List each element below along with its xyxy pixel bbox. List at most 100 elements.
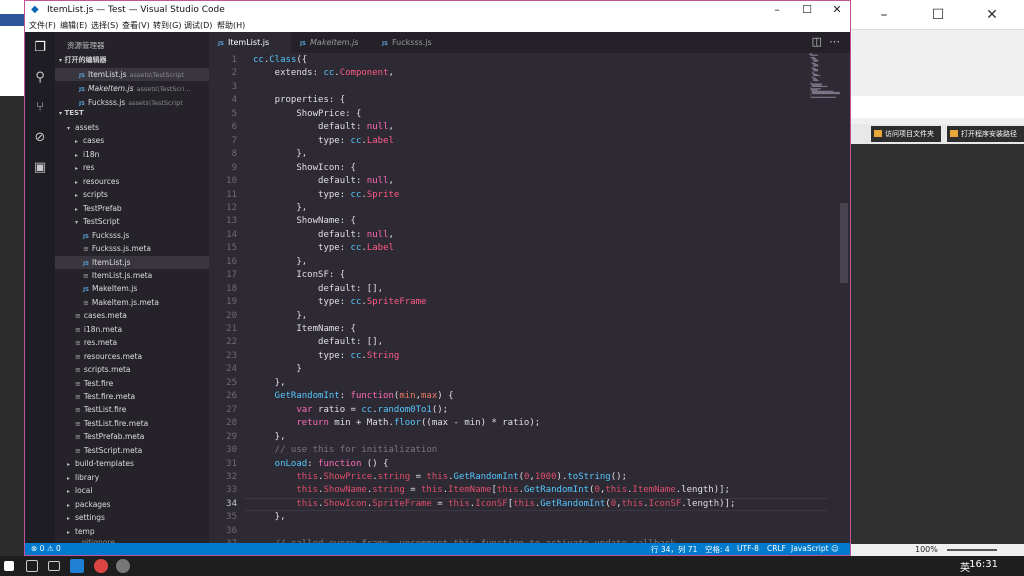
code-line: this.ShowName.string = this.ItemName[thi… [253,485,730,495]
clock[interactable]: 16:31 [969,559,998,570]
tab-fucksss-js[interactable]: JS Fucksss.js [373,32,455,53]
tree-item[interactable]: ▸ local [55,484,209,497]
debug-icon[interactable]: ⊘ [32,130,48,146]
line-number: 26 [226,391,237,402]
tree-item[interactable]: ≡ TestScript.meta [55,444,209,457]
close-icon[interactable]: ✕ [822,1,852,19]
tree-item[interactable]: ▸ build-templates [55,457,209,470]
tree-item[interactable]: ≡ i18n.meta [55,323,209,336]
tree-item[interactable]: JS Fucksss.js [55,229,209,242]
search-icon[interactable] [26,560,38,572]
tree-item[interactable]: ▸ TestPrefab [55,202,209,215]
vertical-scrollbar[interactable] [840,203,848,283]
chevron-right-icon: ▸ [75,205,79,213]
activity-bar: ❐ ⚲ ⑂ ⊘ ▣ [25,32,55,543]
tree-item[interactable]: ≡ ItemList.js.meta [55,269,209,282]
tree-item[interactable]: ≡ res.meta [55,336,209,349]
code-line: this.ShowPrice.string = this.GetRandomIn… [253,472,627,482]
tree-item[interactable]: ≡ Test.fire [55,377,209,390]
start-icon[interactable] [4,561,14,571]
open-editor-item[interactable]: JS MakeItem.js assets\TestScri... [55,82,209,95]
minimap[interactable] [809,53,843,99]
code-editor[interactable]: 1 cc.Class({2 extends: cc.Component, 3 4 pr… [209,53,850,549]
project-section[interactable]: ▾ TEST [55,109,209,121]
explorer-icon[interactable]: ❐ [32,40,48,56]
tree-item[interactable]: ≡ cases.meta [55,309,209,322]
background-tab[interactable] [0,14,24,26]
maximize-icon[interactable]: ☐ [792,1,822,19]
tree-item-label: TestPrefab.meta [83,432,145,442]
cursor-position[interactable]: 行 34，列 71 [651,544,697,555]
task-view-icon[interactable] [48,561,60,571]
tree-item[interactable]: ≡ scripts.meta [55,363,209,376]
background-titlebar: – ☐ ✕ [851,0,1024,30]
menu-help[interactable]: 帮助(H) [217,20,245,31]
extensions-icon[interactable]: ▣ [32,160,48,176]
tree-item[interactable]: ▸ packages [55,498,209,511]
open-editor-name: ItemList.js [88,70,127,79]
tree-item[interactable]: ≡ TestPrefab.meta [55,430,209,443]
errors-indicator[interactable]: ⊗ 0 ⚠ 0 [31,544,61,553]
tree-item[interactable]: ▸ library [55,471,209,484]
open-editors-section[interactable]: ▾ 打开的编辑器 [55,55,209,67]
chrome-icon[interactable] [94,559,108,573]
open-editor-item[interactable]: JS Fucksss.js assets\TestScript [55,96,209,109]
tree-item[interactable]: ▸ resources [55,175,209,188]
open-project-folder-button[interactable]: 访问项目文件夹 [871,126,941,142]
menu-selection[interactable]: 选择(S) [91,20,118,31]
tab-makeitem-js[interactable]: JS MakeItem.js [291,32,373,53]
code-token: null [366,176,389,187]
minimize-icon[interactable]: – [762,1,792,19]
menu-goto[interactable]: 转到(G) [153,20,181,31]
tree-item[interactable]: ≡ Test.fire.meta [55,390,209,403]
tree-item[interactable]: ≡ TestList.fire.meta [55,417,209,430]
line-ending[interactable]: CRLF [767,544,786,553]
menu-view[interactable]: 查看(V) [122,20,150,31]
tree-item[interactable]: ▾ TestScript [55,215,209,228]
tree-item[interactable]: ▸ settings [55,511,209,524]
tree-item[interactable]: ≡ MakeItem.js.meta [55,296,209,309]
search-icon[interactable]: ⚲ [32,70,48,86]
line-number: 24 [226,364,237,375]
tree-item[interactable]: ▾ assets [55,121,209,134]
more-actions-icon[interactable]: ⋯ [829,35,840,48]
code-line: // use this for initialization [253,445,438,455]
tree-item[interactable]: JS ItemList.js [55,255,209,269]
minimize-icon[interactable]: – [861,0,907,30]
tab-itemlist-js[interactable]: JS ItemList.js [209,32,291,53]
code-line: var ratio = cc.random0To1(); [253,405,448,415]
menu-file[interactable]: 文件(F) [29,20,56,31]
code-token: type [253,243,340,254]
tree-item[interactable]: ▸ res [55,161,209,174]
tree-item[interactable]: ▸ cases [55,134,209,147]
split-editor-icon[interactable]: ◫ [812,35,822,48]
menu-edit[interactable]: 编辑(E) [60,20,87,31]
vscode-taskbar-icon[interactable] [70,559,84,573]
tree-item[interactable]: ≡ TestList.fire [55,403,209,416]
js-file-icon: JS [79,87,86,93]
file-icon: ≡ [75,446,81,455]
source-control-icon[interactable]: ⑂ [32,100,48,116]
app-icon[interactable] [116,559,130,573]
tree-item[interactable]: JS MakeItem.js [55,282,209,295]
open-install-path-button[interactable]: 打开程序安装路径 [947,126,1024,142]
language-mode[interactable]: JavaScript [791,544,829,553]
line-number: 11 [226,189,237,200]
zoom-slider[interactable] [947,549,997,551]
code-line: }, [253,378,286,388]
tree-item[interactable]: ≡ resources.meta [55,350,209,363]
smiley-icon[interactable]: ☺ [831,544,839,553]
encoding[interactable]: UTF-8 [737,544,759,553]
code-token: floor [393,418,421,429]
js-file-icon: JS [83,260,90,267]
menu-debug[interactable]: 调试(D) [184,20,212,31]
tree-item[interactable]: ▸ i18n [55,148,209,161]
indentation[interactable]: 空格: 4 [705,544,730,555]
chevron-right-icon: ▸ [67,488,71,496]
tree-item[interactable]: ≡ Fucksss.js.meta [55,242,209,255]
tree-item[interactable]: ▸ scripts [55,188,209,201]
close-icon[interactable]: ✕ [969,0,1015,30]
code-token: : [339,297,351,308]
open-editor-item[interactable]: JS ItemList.js assets\TestScript [55,68,209,81]
maximize-icon[interactable]: ☐ [915,0,961,30]
